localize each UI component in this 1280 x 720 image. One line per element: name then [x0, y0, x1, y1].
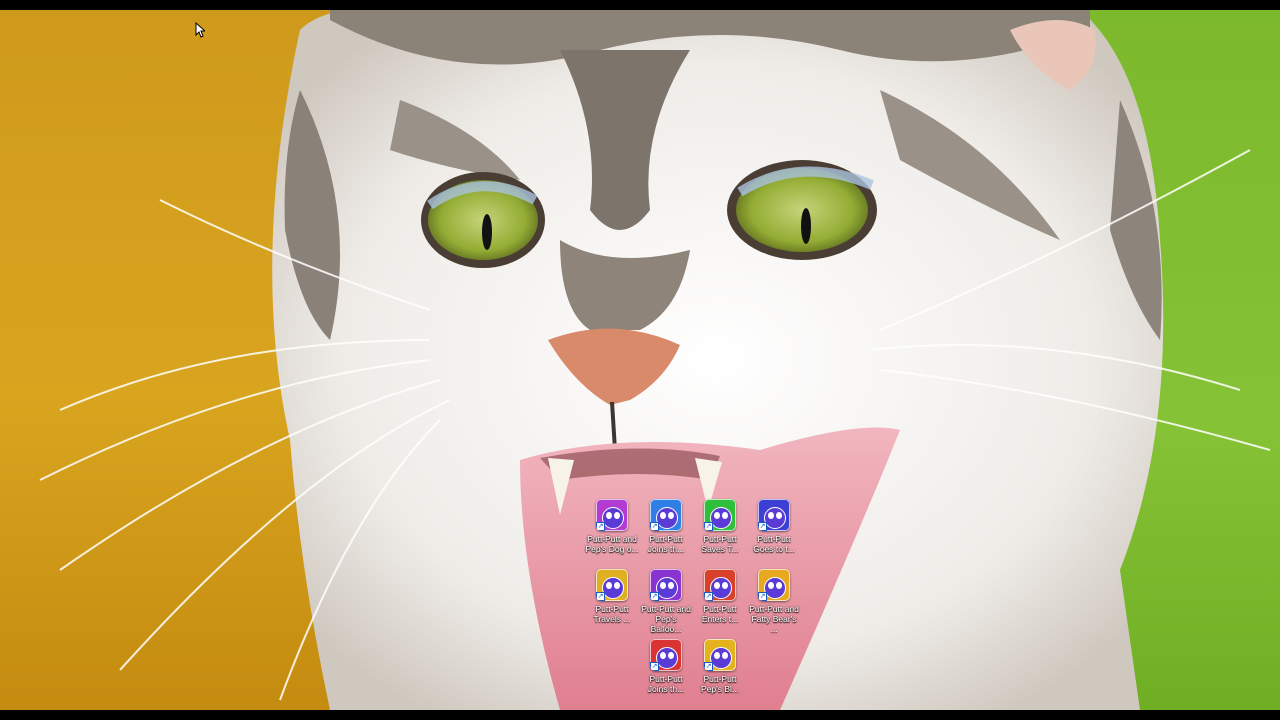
- desktop-shortcut[interactable]: ↗ Putt-Putt Goes to t...: [747, 498, 801, 568]
- desktop-shortcut-label: Putt-Putt Enters t...: [701, 604, 739, 624]
- desktop-shortcut-label: Putt-Putt and Pep's Dog o...: [585, 534, 639, 554]
- putt-putt-circus-icon: ↗: [650, 639, 682, 671]
- desktop-shortcut-label: Putt-Putt and Pep's Balloo...: [641, 604, 691, 634]
- letterbox-bottom: [0, 710, 1280, 720]
- shortcut-arrow-icon: ↗: [758, 592, 767, 601]
- desktop-shortcut-label: Putt-Putt Pep's Bl...: [700, 674, 739, 694]
- desktop-shortcut[interactable]: ↗ Putt-Putt and Fatty Bear's ...: [747, 568, 801, 638]
- putt-putt-pep-icon: ↗: [704, 639, 736, 671]
- shortcut-arrow-icon: ↗: [596, 522, 605, 531]
- shortcut-arrow-icon: ↗: [650, 662, 659, 671]
- desktop-shortcut-label: Putt-Putt Joins th...: [647, 534, 685, 554]
- shortcut-arrow-icon: ↗: [704, 662, 713, 671]
- putt-putt-time-icon: ↗: [596, 569, 628, 601]
- shortcut-arrow-icon: ↗: [758, 522, 767, 531]
- desktop-shortcut-label: Putt-Putt and Fatty Bear's ...: [749, 604, 799, 634]
- putt-putt-zoo-icon: ↗: [704, 499, 736, 531]
- desktop-shortcut-label: Putt-Putt Travels ...: [593, 604, 631, 624]
- shortcut-arrow-icon: ↗: [650, 592, 659, 601]
- shortcut-arrow-icon: ↗: [704, 522, 713, 531]
- desktop[interactable]: ↗ Putt-Putt and Pep's Dog o... ↗ Putt-Pu…: [0, 10, 1280, 710]
- letterbox-top: [0, 0, 1280, 10]
- desktop-shortcut[interactable]: ↗ Putt-Putt Pep's Bl...: [693, 638, 747, 708]
- desktop-shortcut[interactable]: ↗ Putt-Putt and Pep's Balloo...: [639, 568, 693, 638]
- putt-putt-dog-icon: ↗: [596, 499, 628, 531]
- desktop-shortcut-label: Putt-Putt Joins th...: [647, 674, 685, 694]
- putt-putt-fatty-bear-icon: ↗: [758, 569, 790, 601]
- putt-putt-parade-icon: ↗: [650, 499, 682, 531]
- mouse-cursor-icon: [195, 22, 205, 38]
- putt-putt-balloon-icon: ↗: [650, 569, 682, 601]
- desktop-shortcut[interactable]: ↗ Putt-Putt Joins th...: [639, 498, 693, 568]
- desktop-icon-grid: ↗ Putt-Putt and Pep's Dog o... ↗ Putt-Pu…: [585, 498, 801, 708]
- shortcut-arrow-icon: ↗: [704, 592, 713, 601]
- desktop-shortcut[interactable]: ↗ Putt-Putt Enters t...: [693, 568, 747, 638]
- shortcut-arrow-icon: ↗: [596, 592, 605, 601]
- putt-putt-race-icon: ↗: [704, 569, 736, 601]
- putt-putt-moon-icon: ↗: [758, 499, 790, 531]
- desktop-shortcut[interactable]: ↗ Putt-Putt Travels ...: [585, 568, 639, 638]
- desktop-shortcut-label: Putt-Putt Saves T...: [701, 534, 739, 554]
- desktop-shortcut[interactable]: ↗ Putt-Putt and Pep's Dog o...: [585, 498, 639, 568]
- desktop-shortcut-label: Putt-Putt Goes to t...: [753, 534, 795, 554]
- desktop-shortcut[interactable]: ↗ Putt-Putt Saves T...: [693, 498, 747, 568]
- shortcut-arrow-icon: ↗: [650, 522, 659, 531]
- desktop-shortcut[interactable]: ↗ Putt-Putt Joins th...: [639, 638, 693, 708]
